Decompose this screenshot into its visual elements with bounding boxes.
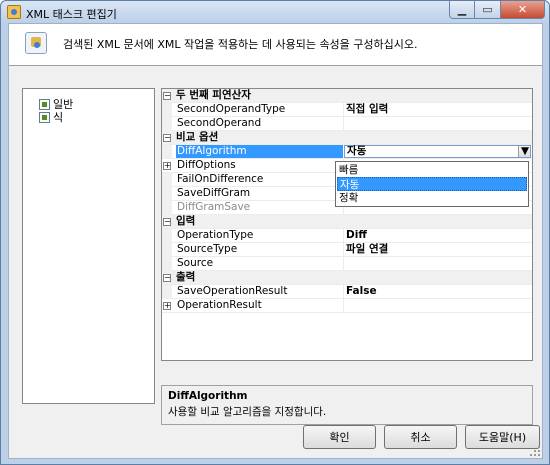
task-icon: [25, 32, 47, 54]
nav-item-expressions[interactable]: 식: [39, 110, 63, 124]
prop-name: SecondOperandType: [177, 103, 286, 115]
window-title: XML 태스크 편집기: [26, 8, 117, 21]
category-compare-options[interactable]: − 비교 옵션: [162, 131, 532, 145]
collapse-icon[interactable]: −: [163, 274, 171, 282]
header-panel: 검색된 XML 문서에 XML 작업을 적용하는 데 사용되는 속성을 구성하십…: [9, 24, 542, 66]
diff-algorithm-options: 빠름 자동 정확: [335, 161, 529, 207]
chevron-down-icon: ▼: [521, 145, 530, 157]
prop-name: SaveOperationResult: [177, 285, 288, 297]
cancel-button[interactable]: 취소: [384, 425, 457, 449]
dialog-client: 검색된 XML 문서에 XML 작업을 적용하는 데 사용되는 속성을 구성하십…: [8, 23, 543, 459]
prop-name: FailOnDifference: [177, 173, 264, 185]
prop-name: Source: [177, 257, 214, 269]
category-output[interactable]: − 출력: [162, 271, 532, 285]
prop-name: DiffAlgorithm: [176, 145, 343, 158]
prop-name: DiffGramSave: [177, 201, 251, 213]
ok-button[interactable]: 확인: [303, 425, 376, 449]
collapse-icon[interactable]: −: [163, 92, 171, 100]
property-grid: − 두 번째 피연산자 SecondOperandType 직접 입력 Seco…: [161, 88, 533, 361]
category-second-operand[interactable]: − 두 번째 피연산자: [162, 89, 532, 103]
prop-name: DiffOptions: [177, 159, 236, 171]
close-button[interactable]: ✕: [501, 1, 545, 19]
prop-value[interactable]: False: [346, 285, 377, 298]
diff-algorithm-select[interactable]: 자동 ▼: [344, 145, 531, 158]
collapse-icon[interactable]: −: [163, 218, 171, 226]
page-icon: [39, 98, 50, 110]
description-text: 사용할 비교 알고리즘을 지정합니다.: [168, 406, 327, 418]
prop-row-operation-result[interactable]: + OperationResult: [162, 299, 532, 313]
maximize-button[interactable]: ▭: [475, 1, 501, 19]
prop-value[interactable]: 파일 연결: [346, 243, 388, 256]
prop-row-operation-type[interactable]: OperationType Diff: [162, 229, 532, 243]
page-icon: [39, 111, 50, 123]
prop-name: SecondOperand: [177, 117, 262, 129]
prop-name: SourceType: [177, 243, 238, 255]
prop-name: OperationResult: [177, 299, 262, 311]
expand-icon[interactable]: +: [163, 162, 171, 170]
prop-value[interactable]: Diff: [346, 229, 367, 242]
description-panel: DiffAlgorithm 사용할 비교 알고리즘을 지정합니다.: [161, 385, 533, 425]
prop-name: OperationType: [177, 229, 254, 241]
category-input[interactable]: − 입력: [162, 215, 532, 229]
minimize-button[interactable]: ▁: [449, 1, 475, 19]
minimize-icon: ▁: [457, 3, 467, 16]
category-label: 비교 옵션: [176, 131, 219, 143]
description-title: DiffAlgorithm: [168, 390, 248, 402]
select-value: 자동: [347, 145, 367, 157]
prop-row-diff-algorithm[interactable]: DiffAlgorithm 자동 ▼: [162, 145, 532, 159]
window-controls: ▁ ▭ ✕: [449, 1, 545, 19]
maximize-icon: ▭: [482, 3, 493, 16]
resize-grip-icon[interactable]: [530, 446, 540, 456]
app-icon: [7, 5, 21, 19]
prop-name: SaveDiffGram: [177, 187, 251, 199]
dropdown-button[interactable]: ▼: [518, 146, 530, 157]
category-label: 두 번째 피연산자: [176, 89, 251, 101]
option-fast[interactable]: 빠름: [337, 163, 527, 177]
close-icon: ✕: [517, 3, 528, 16]
prop-row-save-operation-result[interactable]: SaveOperationResult False: [162, 285, 532, 299]
expand-icon[interactable]: +: [163, 302, 171, 310]
prop-row-second-operand[interactable]: SecondOperand: [162, 117, 532, 131]
prop-value[interactable]: 직접 입력: [346, 103, 388, 116]
header-description: 검색된 XML 문서에 XML 작업을 적용하는 데 사용되는 속성을 구성하십…: [63, 38, 418, 51]
collapse-icon[interactable]: −: [163, 134, 171, 142]
option-precise[interactable]: 정확: [337, 191, 527, 205]
option-auto[interactable]: 자동: [337, 177, 527, 191]
dialog-window: XML 태스크 편집기 ▁ ▭ ✕ 검색된 XML 문서에 XML 작업을 적용…: [0, 0, 550, 465]
prop-row-source[interactable]: Source: [162, 257, 532, 271]
nav-tree: 일반 식: [22, 88, 155, 404]
category-label: 출력: [176, 271, 196, 283]
title-bar[interactable]: XML 태스크 편집기 ▁ ▭ ✕: [1, 1, 549, 23]
prop-row-second-operand-type[interactable]: SecondOperandType 직접 입력: [162, 103, 532, 117]
nav-item-label: 식: [53, 111, 64, 124]
category-label: 입력: [176, 215, 196, 227]
prop-row-source-type[interactable]: SourceType 파일 연결: [162, 243, 532, 257]
help-button[interactable]: 도움말(H): [465, 425, 540, 449]
